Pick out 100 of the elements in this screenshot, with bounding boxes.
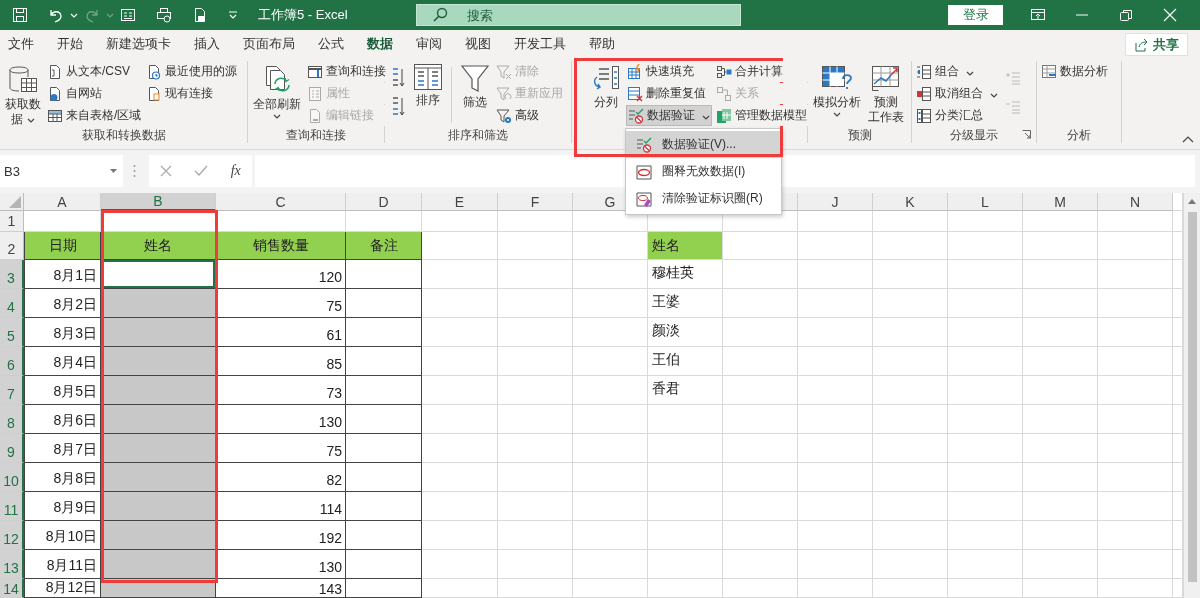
ribbon-tab[interactable]: 新建选项卡 <box>106 31 171 59</box>
column-header[interactable]: A <box>24 193 101 211</box>
header-cell: 姓名 <box>648 232 723 260</box>
validation-icon <box>636 136 652 153</box>
column-header[interactable]: F <box>498 193 573 211</box>
menu-item[interactable]: 圈释无效数据(I) <box>626 158 781 185</box>
selected-cell[interactable] <box>101 318 216 347</box>
ribbon-button[interactable]: 管理数据模型 <box>715 105 808 126</box>
share-icon <box>1134 37 1148 52</box>
ribbon-button[interactable]: 全部刷新 <box>251 61 303 121</box>
group-label: 预测 <box>847 128 872 142</box>
row-header[interactable]: 13 <box>0 550 24 579</box>
caret-icon <box>966 70 974 76</box>
ungroup-icon <box>916 85 932 102</box>
selected-cell[interactable] <box>101 376 216 405</box>
menu-item[interactable]: 清除验证标识圈(R) <box>626 185 781 212</box>
column-header[interactable]: L <box>948 193 1023 211</box>
ribbon-button[interactable]: 合并计算 <box>715 61 808 82</box>
ribbon-tab[interactable]: 公式 <box>318 31 344 59</box>
table-cell: 8月1日 <box>24 260 101 289</box>
selected-cell[interactable] <box>101 492 216 521</box>
undo-icon <box>48 7 64 23</box>
table-cell: 114 <box>216 492 346 521</box>
table-cell: 192 <box>216 521 346 550</box>
selected-cell[interactable] <box>101 260 216 289</box>
ribbon-button[interactable]: 分列 <box>589 61 623 112</box>
ribbon-button[interactable]: 查询和连接 <box>306 61 387 82</box>
menu-item[interactable]: 数据验证(V)... <box>626 131 781 158</box>
row-header[interactable]: 6 <box>0 347 24 376</box>
document-icon <box>47 63 63 80</box>
share-button[interactable]: 共享 <box>1125 33 1188 56</box>
caret-icon <box>70 12 78 18</box>
ribbon-display-icon <box>1030 7 1046 23</box>
ribbon-button[interactable]: 预测 工作表 <box>866 61 906 127</box>
row-header[interactable]: 14 <box>0 579 24 598</box>
column-header[interactable]: E <box>422 193 498 211</box>
name-box[interactable]: B3 <box>0 155 123 187</box>
funnel-clear-icon <box>496 63 512 80</box>
table-cell: 颜淡 <box>648 318 723 347</box>
ribbon-button[interactable]: 获取数 据 <box>3 61 43 129</box>
table-cell: 61 <box>216 318 346 347</box>
ribbon-tab[interactable]: 文件 <box>8 31 34 59</box>
selected-cell[interactable] <box>101 405 216 434</box>
group-label: 排序和筛选 <box>448 128 508 142</box>
ribbon-tab[interactable]: 帮助 <box>589 31 615 59</box>
row-header[interactable]: 4 <box>0 289 24 318</box>
selected-cell[interactable] <box>101 550 216 579</box>
search-field[interactable]: 搜索 <box>416 4 741 26</box>
selected-cell[interactable] <box>101 434 216 463</box>
vertical-scrollbar[interactable] <box>1183 193 1200 598</box>
row-header[interactable]: 9 <box>0 434 24 463</box>
ribbon-button[interactable]: 模拟分析 <box>811 61 863 119</box>
column-header[interactable]: B <box>101 193 216 211</box>
column-header[interactable]: J <box>798 193 873 211</box>
caret-icon <box>990 92 998 98</box>
selected-cell[interactable] <box>101 347 216 376</box>
row-header[interactable]: 5 <box>0 318 24 347</box>
scroll-up-icon <box>1188 199 1196 204</box>
column-header[interactable]: C <box>216 193 346 211</box>
group-label: 查询和连接 <box>286 128 346 142</box>
ribbon-tab[interactable]: 审阅 <box>416 31 442 59</box>
column-header[interactable]: M <box>1023 193 1098 211</box>
selected-cell[interactable] <box>101 521 216 550</box>
row-header[interactable]: 3 <box>0 260 24 289</box>
data-model-icon <box>716 107 732 124</box>
row-header[interactable]: 1 <box>0 211 24 232</box>
ribbon-button[interactable]: 排序 <box>411 61 445 110</box>
save-icon <box>12 7 28 23</box>
sign-in-button[interactable]: 登录 <box>948 5 1003 25</box>
dialog-launcher-icon[interactable] <box>1022 130 1031 139</box>
column-header[interactable]: K <box>873 193 948 211</box>
ribbon-button[interactable]: 筛选 <box>458 61 492 112</box>
customize-caret-icon <box>228 11 238 19</box>
group-label: 分级显示 <box>950 128 998 142</box>
ribbon-tab[interactable]: 插入 <box>194 31 220 59</box>
relationships-icon <box>716 85 732 102</box>
caret-icon <box>273 114 281 119</box>
row-header[interactable]: 11 <box>0 492 24 521</box>
group-icon <box>916 63 932 80</box>
ribbon-tab[interactable]: 视图 <box>465 31 491 59</box>
row-header[interactable]: 12 <box>0 521 24 550</box>
selected-cell[interactable] <box>101 463 216 492</box>
table-cell: 王伯 <box>648 347 723 376</box>
row-header[interactable]: 8 <box>0 405 24 434</box>
insert-function-button[interactable]: fx <box>230 163 241 179</box>
row-header[interactable]: 2 <box>0 232 24 260</box>
selected-cell[interactable] <box>101 289 216 318</box>
row-header[interactable]: 10 <box>0 463 24 492</box>
printer-icon <box>156 7 172 23</box>
ribbon-tab[interactable]: 开发工具 <box>514 31 566 59</box>
ribbon-tab[interactable]: 页面布局 <box>243 31 295 59</box>
column-header[interactable]: D <box>346 193 422 211</box>
row-header[interactable]: 7 <box>0 376 24 405</box>
forecast-chart-icon <box>871 63 901 93</box>
sort-ascending-icon <box>391 66 405 89</box>
cancel-icon <box>160 165 173 177</box>
enter-icon <box>194 165 209 177</box>
ribbon-tab[interactable]: 开始 <box>57 31 83 59</box>
ribbon-button[interactable]: 数据验证 <box>626 105 712 126</box>
column-header[interactable]: N <box>1098 193 1173 211</box>
